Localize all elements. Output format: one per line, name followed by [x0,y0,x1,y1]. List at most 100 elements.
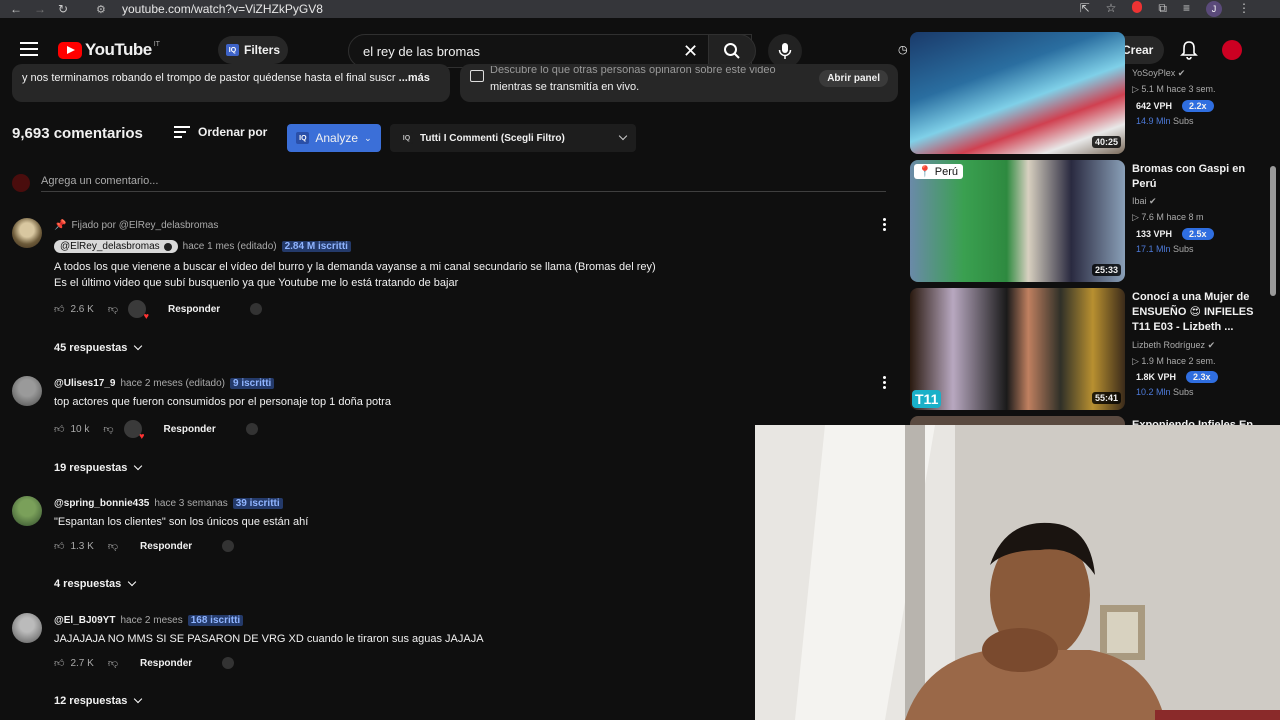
dislike-icon[interactable]: 👎︎ [108,303,118,315]
comment-author[interactable]: @El_BJ09YT [54,615,115,626]
more-options-icon[interactable] [883,218,886,231]
comment-text: JAJAJAJA NO MMS SI SE PASARON DE VRG XD … [54,631,484,647]
comment-avatar[interactable] [12,613,42,643]
multiplier-badge: 2.2x [1182,100,1214,112]
show-replies-button[interactable]: 4 respuestas [54,577,137,590]
analyze-button[interactable]: IQ Analyze ⌄ [287,124,381,152]
show-replies-button[interactable]: 45 respuestas [54,341,143,354]
extensions-icon[interactable]: ⧉ [1158,1,1167,17]
show-replies-button[interactable]: 12 respuestas [54,694,143,707]
replies-label: 4 respuestas [54,578,122,590]
comment-time[interactable]: hace 2 meses (editado) [120,378,225,389]
more-options-icon[interactable] [883,376,886,389]
filters-button[interactable]: IQ Filters [218,36,288,64]
related-video[interactable]: T11 55:41 Conocí a una Mujer de ENSUEÑO … [910,288,1270,410]
like-count: 1.3 K [70,540,94,552]
comment-avatar[interactable] [12,218,42,248]
iq-icon: IQ [400,132,413,144]
youtube-play-icon [58,41,82,59]
video-thumbnail[interactable]: 40:25 [910,32,1125,154]
dislike-icon[interactable]: 👎︎ [103,423,113,435]
comment-time[interactable]: hace 2 meses [120,615,182,626]
hamburger-menu-icon[interactable] [20,42,38,56]
voice-search-button[interactable] [768,34,802,68]
video-thumbnail[interactable]: T11 55:41 [910,288,1125,410]
search-button[interactable] [708,34,756,68]
video-title[interactable]: Conocí a una Mujer de ENSUEÑO 😍 INFIELES… [1132,290,1256,335]
video-stats: ▷ 1.9 M hace 2 sem. [1132,356,1215,367]
page-scrollbar[interactable] [1270,166,1276,296]
subscriber-count: 2.84 M iscritti [281,241,351,252]
iq-mini-icon[interactable] [250,303,263,315]
show-replies-button[interactable]: 19 respuestas [54,461,143,474]
sort-button[interactable]: Ordenar por [174,125,274,139]
bookmark-star-icon[interactable]: ☆ [1106,1,1117,17]
title-line: T11 E03 - Lizbeth ... [1132,321,1234,333]
back-icon[interactable]: ← [10,2,22,16]
reply-button[interactable]: Responder [140,541,192,552]
iq-mini-icon[interactable] [245,423,258,435]
dislike-icon[interactable]: 👎︎ [108,540,118,552]
play-icon: ▷ [1132,212,1142,222]
like-count: 2.7 K [70,657,94,669]
subs-word: Subs [1173,116,1194,126]
media-icon[interactable]: ≡ [1183,1,1190,17]
youtube-logo[interactable]: YouTube IT [58,40,160,60]
video-thumbnail[interactable]: 📍 Perú 25:33 [910,160,1125,282]
install-icon[interactable]: ⇱ [1080,1,1090,17]
forward-icon[interactable]: → [34,2,46,16]
creator-heart-icon [123,420,145,441]
subs-number: 17.1 Mln [1136,244,1171,254]
site-info-icon[interactable]: ⚙ [96,3,112,16]
subscriber-count: 39 iscritti [232,498,283,509]
location-badge: 📍 Perú [914,164,964,179]
clear-search-icon[interactable]: ✕ [683,41,698,62]
comment-avatar[interactable] [12,376,42,406]
sort-icon [174,126,190,138]
browser-profile-avatar[interactable]: J [1206,1,1222,17]
browser-menu-icon[interactable]: ⋮ [1238,1,1250,17]
reply-button[interactable]: Responder [168,304,220,315]
browser-toolbar: ← → ↻ ⚙ youtube.com/watch?v=ViZHZkPyGV8 … [0,0,1280,18]
like-icon[interactable]: 👍︎ [54,657,64,669]
video-description[interactable]: y nos terminamos robando el trompo de pa… [12,64,450,102]
comment-time[interactable]: hace 3 semanas [154,498,227,509]
reply-button[interactable]: Responder [140,658,192,669]
video-channel[interactable]: YoSoyPlex ✔ [1132,68,1185,79]
comment-author[interactable]: @ElRey_delasbromas [54,240,178,253]
vph-row: 1.8K VPH 2.3x [1132,371,1218,383]
video-channel[interactable]: Ibai ✔ [1132,196,1157,207]
show-more-link[interactable]: ...más [399,72,430,84]
comment-filter-select[interactable]: IQ Tutti I Commenti (Scegli Filtro) [390,124,636,152]
video-channel[interactable]: Lizbeth Rodríguez ✔ [1132,340,1215,351]
video-stats: ▷ 7.6 M hace 8 m [1132,212,1203,223]
iq-mini-icon[interactable] [222,657,235,669]
comment-author[interactable]: @Ulises17_9 [54,378,115,389]
reload-icon[interactable]: ↻ [58,2,68,16]
comment-avatar[interactable] [12,496,42,526]
video-title[interactable]: Bromas con Gaspi en Perú [1132,162,1256,192]
related-video[interactable]: 📍 Perú 25:33 Bromas con Gaspi en Perú Ib… [910,160,1270,282]
like-icon[interactable]: 👍︎ [54,540,64,552]
related-video[interactable]: 40:25 YoSoyPlex ✔ ▷ 5.1 M hace 3 sem. 64… [910,32,1270,154]
reply-button[interactable]: Responder [164,424,216,435]
video-stats: ▷ 5.1 M hace 3 sem. [1132,84,1215,95]
comment-author[interactable]: @spring_bonnie435 [54,498,149,509]
subs-word: Subs [1173,244,1194,254]
like-icon[interactable]: 👍︎ [54,303,64,315]
comment-time[interactable]: hace 1 mes (editado) [183,241,277,252]
channel-name: YoSoyPlex [1132,68,1176,78]
replies-label: 12 respuestas [54,695,128,707]
creator-heart-icon [127,300,149,321]
vph-row: 133 VPH 2.5x [1132,228,1214,240]
chevron-down-icon [128,577,137,587]
like-icon[interactable]: 👍︎ [54,423,64,435]
open-panel-button[interactable]: Abrir panel [819,70,888,87]
season-badge: T11 [912,390,942,408]
extension-record-icon[interactable] [1132,1,1143,13]
dislike-icon[interactable]: 👎︎ [108,657,118,669]
comment-actions: 👍︎ 2.7 K 👎︎ Responder [54,657,235,669]
add-comment-field[interactable]: Agrega un comentario... [12,170,886,192]
iq-mini-icon[interactable] [222,540,235,552]
title-line: Perú [1132,178,1157,190]
